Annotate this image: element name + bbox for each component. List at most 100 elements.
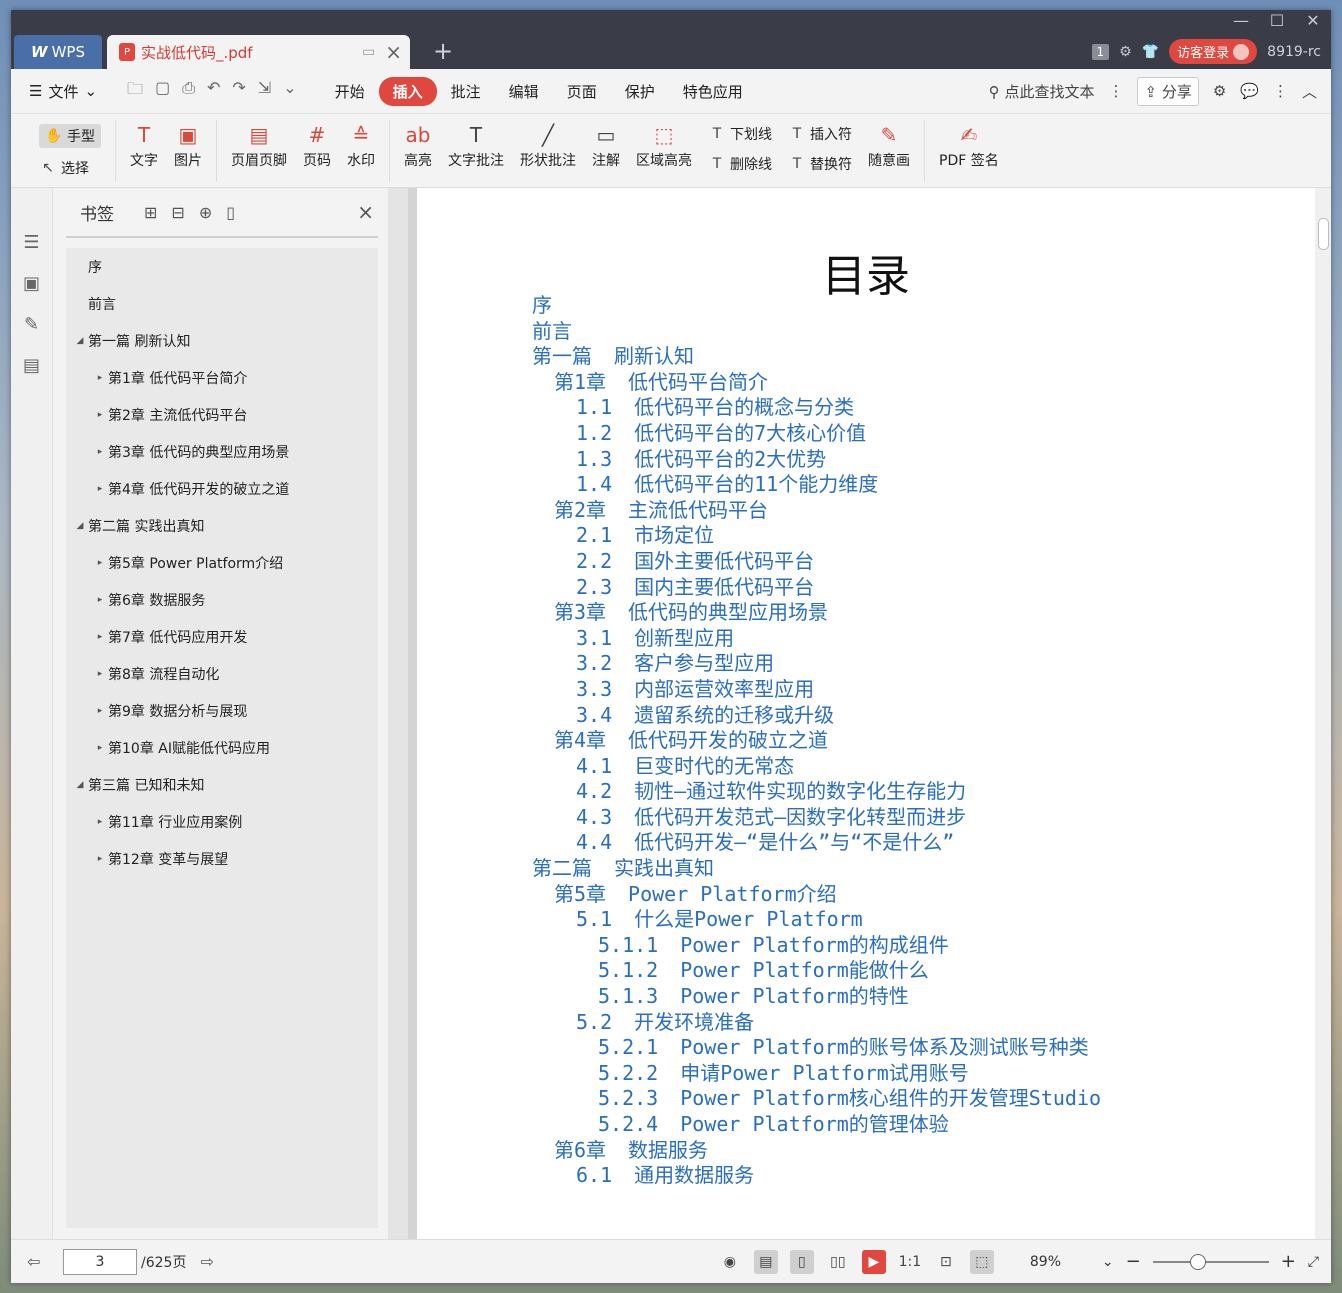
toc-entry[interactable]: 6.1 通用数据服务 <box>532 1163 1101 1189</box>
insert-mark-button[interactable]: T 插入符 <box>788 124 852 144</box>
tab-features[interactable]: 特色应用 <box>669 77 757 106</box>
collapsed-arrow-icon[interactable]: ▸ <box>94 669 106 679</box>
toc-entry[interactable]: 1.2 低代码平台的7大核心价值 <box>532 421 1101 447</box>
single-page-icon[interactable]: ▯ <box>789 1249 814 1274</box>
bookmark-item[interactable]: ▸ 第7章 低代码应用开发 <box>66 618 378 655</box>
toc-entry[interactable]: 3.2 客户参与型应用 <box>532 651 1101 677</box>
bookmark-item[interactable]: ▸ 第5章 Power Platform介绍 <box>66 544 378 581</box>
new-tab-button[interactable]: + <box>433 37 453 65</box>
collapsed-arrow-icon[interactable]: ▸ <box>94 558 106 568</box>
export-icon[interactable]: ⇲ <box>258 78 271 105</box>
find-text-button[interactable]: ⚲ 点此查找文本 <box>989 81 1095 102</box>
toc-entry[interactable]: 5.1 什么是Power Platform <box>532 907 1101 933</box>
next-page-icon[interactable]: ⇨ <box>200 1252 213 1271</box>
toc-entry[interactable]: 前言 <box>532 319 1101 345</box>
zoom-dropdown-icon[interactable]: ⌄ <box>1102 1254 1114 1270</box>
document-view[interactable]: 目录 序前言 第一篇 刷新认知 第1章 低代码平台简介 1.1 低代码平台的概念与分类 1.2… <box>408 188 1331 1239</box>
bookmark-item[interactable]: 序 <box>66 248 378 285</box>
maximize-icon[interactable]: ☐ <box>1259 10 1295 32</box>
highlight-button[interactable]: ab 高亮 <box>404 120 432 170</box>
window-count-badge[interactable]: 1 <box>1091 43 1110 60</box>
page-number-input[interactable]: 3 <box>63 1248 137 1275</box>
watermark-button[interactable]: ≙ 水印 <box>347 120 375 170</box>
bookmark-item[interactable]: ▸ 第11章 行业应用案例 <box>66 803 378 840</box>
toc-entry[interactable]: 第4章 低代码开发的破立之道 <box>532 728 1101 754</box>
bookmark-item[interactable]: ▸ 第12章 变革与展望 <box>66 840 378 877</box>
more-vertical-icon[interactable]: ⋮ <box>1108 82 1123 100</box>
zoom-in-icon[interactable]: + <box>1281 1251 1296 1272</box>
toc-entry[interactable]: 第5章 Power Platform介绍 <box>532 882 1101 908</box>
tab-edit[interactable]: 编辑 <box>495 77 553 106</box>
header-footer-button[interactable]: ▤ 页眉页脚 <box>231 120 287 170</box>
save-icon[interactable]: ▢ <box>155 78 170 105</box>
play-icon[interactable]: ▶ <box>861 1249 886 1274</box>
redo-icon[interactable]: ↷ <box>232 78 245 105</box>
two-page-icon[interactable]: ▯▯ <box>826 1250 850 1274</box>
toc-entry[interactable]: 5.1.1 Power Platform的构成组件 <box>532 933 1101 959</box>
bookmark-item[interactable]: 前言 <box>66 285 378 322</box>
pdf-sign-button[interactable]: ✍ PDF 签名 <box>939 120 999 170</box>
collapsed-arrow-icon[interactable]: ▸ <box>94 817 106 827</box>
close-window-icon[interactable]: ✕ <box>1295 10 1331 32</box>
collapsed-arrow-icon[interactable]: ▸ <box>94 373 106 383</box>
open-folder-icon[interactable]: 🗀 <box>127 78 143 105</box>
toc-entry[interactable]: 4.1 巨变时代的无常态 <box>532 754 1101 780</box>
insert-text-button[interactable]: T 文字 <box>130 120 158 170</box>
signature-panel-icon[interactable]: ▤ <box>23 355 40 376</box>
text-annotation-button[interactable]: T 文字批注 <box>448 120 504 170</box>
expanded-arrow-icon[interactable]: ◢ <box>74 336 86 346</box>
toc-entry[interactable]: 第3章 低代码的典型应用场景 <box>532 600 1101 626</box>
panel-splitter[interactable] <box>388 188 408 1239</box>
share-button[interactable]: ⇪ 分享 <box>1137 76 1199 106</box>
bookmark-item[interactable]: ◢ 第二篇 实践出真知 <box>66 507 378 544</box>
collapsed-arrow-icon[interactable]: ▸ <box>94 743 106 753</box>
area-highlight-button[interactable]: ⬚ 区域高亮 <box>636 120 692 170</box>
collapsed-arrow-icon[interactable]: ▸ <box>94 595 106 605</box>
toc-entry[interactable]: 第2章 主流低代码平台 <box>532 498 1101 524</box>
login-button[interactable]: 访客登录 <box>1169 39 1258 64</box>
prev-page-icon[interactable]: ⇦ <box>27 1252 40 1271</box>
toc-entry[interactable]: 第二篇 实践出真知 <box>532 856 1101 882</box>
bookmark-settings-icon[interactable]: ▯ <box>226 203 235 222</box>
document-tab[interactable]: P 实战低代码_.pdf ▭ × <box>107 35 410 69</box>
actual-size-icon[interactable]: 1:1 <box>898 1250 922 1274</box>
bookmark-item[interactable]: ◢ 第一篇 刷新认知 <box>66 322 378 359</box>
shape-annotation-button[interactable]: ╱ 形状批注 <box>520 120 576 170</box>
toc-entry[interactable]: 2.3 国内主要低代码平台 <box>532 575 1101 601</box>
comment-icon[interactable]: 💬 <box>1240 82 1259 100</box>
toc-entry[interactable]: 1.1 低代码平台的概念与分类 <box>532 395 1101 421</box>
close-panel-icon[interactable]: × <box>357 200 374 224</box>
zoom-slider[interactable] <box>1152 1253 1269 1270</box>
toc-entry[interactable]: 第一篇 刷新认知 <box>532 344 1101 370</box>
hand-tool-button[interactable]: ✋ 手型 <box>39 123 101 148</box>
freehand-button[interactable]: ✎ 随意画 <box>868 120 910 170</box>
page-number-button[interactable]: # 页码 <box>303 120 331 170</box>
annotation-list-icon[interactable]: ✎ <box>24 314 39 335</box>
fullscreen-icon[interactable]: ⤢ <box>1308 1254 1319 1270</box>
more-options-icon[interactable]: ⋮ <box>1273 82 1288 100</box>
settings-icon[interactable]: ⚙ <box>1213 82 1226 100</box>
toc-entry[interactable]: 4.3 低代码开发范式—因数字化转型而进步 <box>532 805 1101 831</box>
more-quick-icon[interactable]: ⌄ <box>283 78 296 105</box>
expanded-arrow-icon[interactable]: ◢ <box>74 780 86 790</box>
vertical-scrollbar[interactable] <box>1315 188 1331 1239</box>
continuous-view-icon[interactable]: ▤ <box>753 1249 778 1274</box>
toc-entry[interactable]: 4.4 低代码开发—“是什么”与“不是什么” <box>532 830 1101 856</box>
toc-entry[interactable]: 5.1.2 Power Platform能做什么 <box>532 958 1101 984</box>
tab-page[interactable]: 页面 <box>553 77 611 106</box>
minimize-icon[interactable]: — <box>1223 10 1259 32</box>
zoom-value[interactable]: 89% <box>1030 1254 1090 1270</box>
toc-entry[interactable]: 1.4 低代码平台的11个能力维度 <box>532 472 1101 498</box>
tab-annotate[interactable]: 批注 <box>437 77 495 106</box>
tab-home[interactable]: 开始 <box>321 77 379 106</box>
collapsed-arrow-icon[interactable]: ▸ <box>94 447 106 457</box>
shirt-icon[interactable]: 👕 <box>1142 44 1159 60</box>
underline-button[interactable]: T 下划线 <box>708 124 772 144</box>
toc-entry[interactable]: 1.3 低代码平台的2大优势 <box>532 447 1101 473</box>
bookmark-item[interactable]: ▸ 第3章 低代码的典型应用场景 <box>66 433 378 470</box>
select-tool-button[interactable]: ↖ 选择 <box>39 158 101 178</box>
bookmark-item[interactable]: ▸ 第2章 主流低代码平台 <box>66 396 378 433</box>
toc-entry[interactable]: 5.1.3 Power Platform的特性 <box>532 984 1101 1010</box>
insert-image-button[interactable]: ▣ 图片 <box>174 120 202 170</box>
collapsed-arrow-icon[interactable]: ▸ <box>94 706 106 716</box>
